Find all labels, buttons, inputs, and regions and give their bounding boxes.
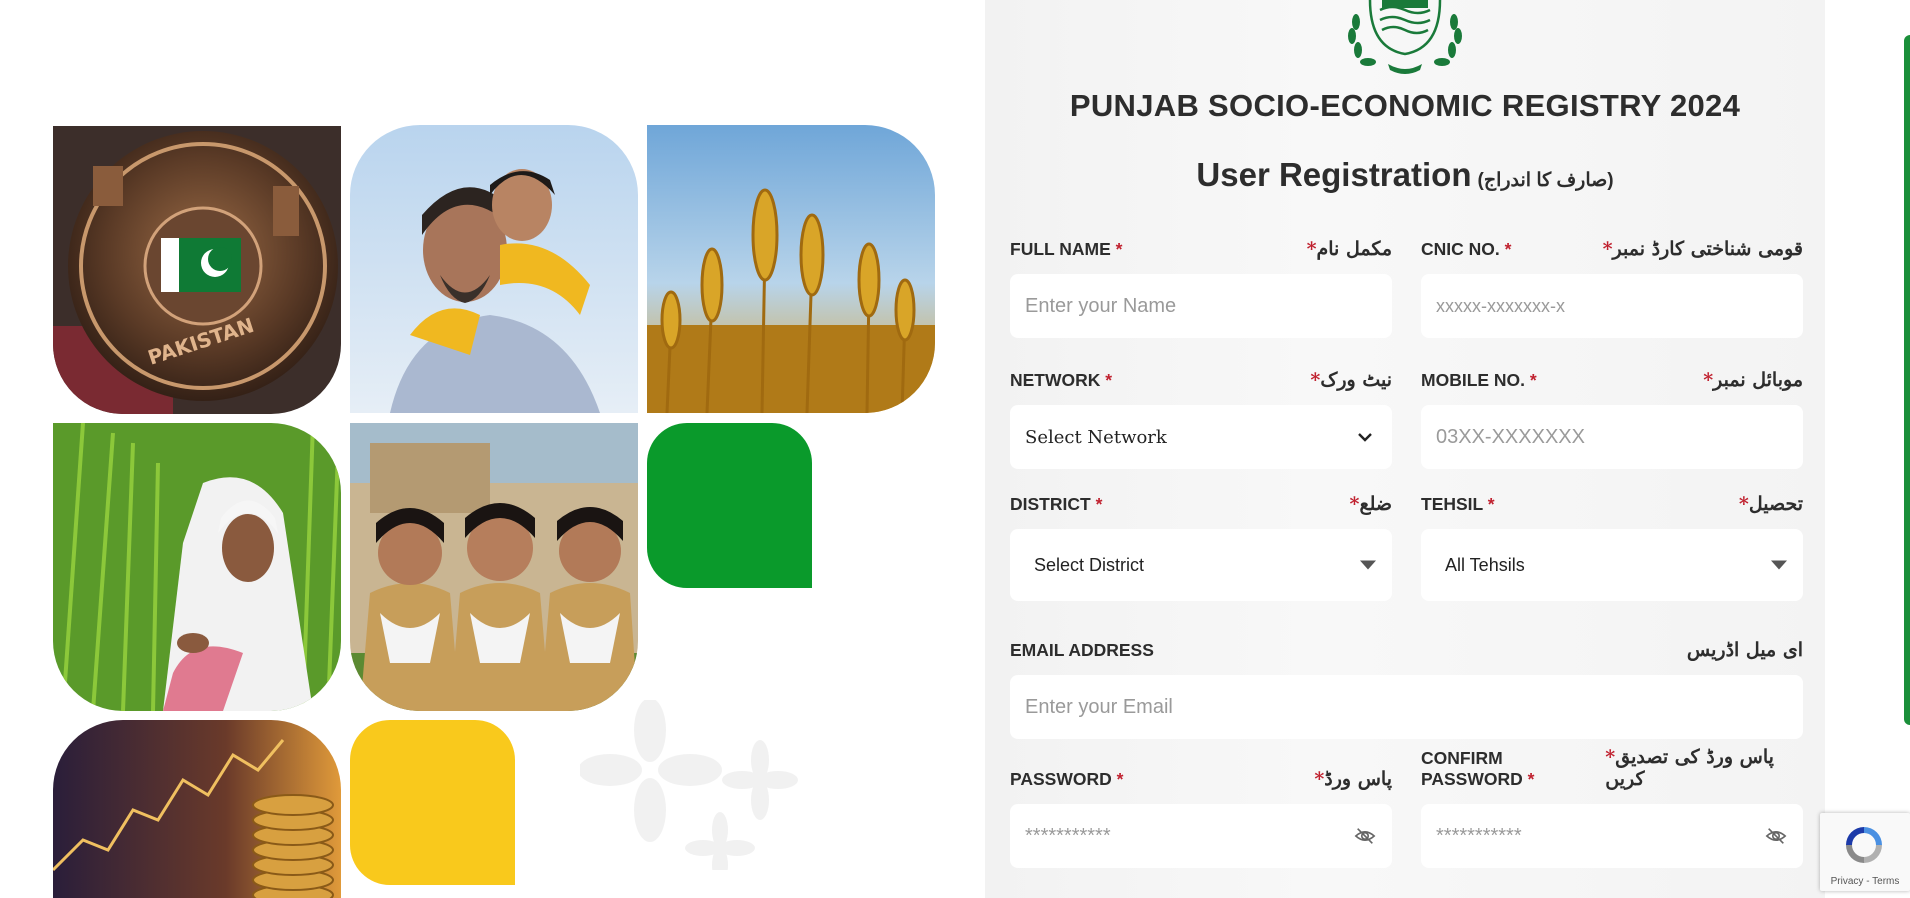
- district-select-value: Select District: [1034, 554, 1145, 575]
- punjab-government-logo: [1348, 0, 1462, 74]
- tehsil-label: TEHSIL * *تحصیل: [1421, 493, 1803, 515]
- page-subtitle: User Registration (صارف کا اندراج): [985, 156, 1825, 194]
- password-input[interactable]: ***********: [1010, 804, 1392, 868]
- network-select[interactable]: Select Network: [1010, 405, 1392, 469]
- recaptcha-logo-icon: [1846, 827, 1882, 863]
- school-girls-image: [350, 423, 638, 711]
- full-name-field: FULL NAME * *مکمل نام Enter your Name: [1010, 232, 1392, 338]
- tehsil-select[interactable]: All Tehsils: [1421, 529, 1803, 601]
- mobile-label: MOBILE NO. * *موبائل نمبر: [1421, 369, 1803, 391]
- confirm-password-placeholder: ***********: [1436, 824, 1522, 847]
- farmer-woman-image: [53, 423, 341, 711]
- tehsil-field: TEHSIL * *تحصیل All Tehsils: [1421, 487, 1803, 601]
- eye-slash-icon[interactable]: [1765, 825, 1787, 847]
- district-field: DISTRICT * *ضلع Select District: [1010, 487, 1392, 601]
- pakistan-coin-image: PAKISTAN: [53, 126, 341, 414]
- email-input[interactable]: Enter your Email: [1010, 675, 1803, 739]
- full-name-input[interactable]: Enter your Name: [1010, 274, 1392, 338]
- network-select-value: Select Network: [1025, 426, 1167, 448]
- chevron-down-icon: [1358, 433, 1372, 442]
- cnic-field: CNIC NO. * *قومی شناختی کارڈ نمبر xxxxx-…: [1421, 232, 1803, 338]
- subtitle-urdu: (صارف کا اندراج): [1477, 170, 1614, 191]
- yellow-accent-tile: [350, 720, 515, 885]
- network-label: NETWORK * *نیٹ ورک: [1010, 369, 1392, 391]
- email-label: EMAIL ADDRESS ای میل اڈریس: [1010, 639, 1803, 661]
- full-name-label: FULL NAME * *مکمل نام: [1010, 238, 1392, 260]
- cnic-input[interactable]: xxxxx-xxxxxxx-x: [1421, 274, 1803, 338]
- finance-coins-image: [53, 720, 341, 898]
- confirm-password-label: CONFIRM PASSWORD * *پاس ورڈ کی تصدیق کری…: [1421, 746, 1774, 790]
- confirm-password-field: CONFIRM PASSWORD * *پاس ورڈ کی تصدیق کری…: [1421, 746, 1803, 868]
- wheat-field-image: [647, 125, 935, 413]
- password-field: PASSWORD * *پاس ورڈ ***********: [1010, 762, 1392, 868]
- side-scroll-indicator: [1904, 35, 1910, 725]
- subtitle-english: User Registration: [1196, 156, 1472, 193]
- recaptcha-badge[interactable]: Privacy - Terms: [1820, 813, 1910, 891]
- cnic-label: CNIC NO. * *قومی شناختی کارڈ نمبر: [1421, 238, 1803, 260]
- dropdown-caret-icon: [1360, 560, 1376, 570]
- recaptcha-links[interactable]: Privacy - Terms: [1820, 876, 1910, 887]
- password-placeholder: ***********: [1025, 824, 1111, 847]
- dropdown-caret-icon: [1771, 560, 1787, 570]
- district-select[interactable]: Select District: [1010, 529, 1392, 601]
- green-accent-tile: [647, 423, 812, 588]
- father-son-image: [350, 125, 638, 413]
- password-label: PASSWORD * *پاس ورڈ: [1010, 768, 1392, 790]
- mobile-input[interactable]: 03XX-XXXXXXX: [1421, 405, 1803, 469]
- district-label: DISTRICT * *ضلع: [1010, 493, 1392, 515]
- registration-panel: PUNJAB SOCIO-ECONOMIC REGISTRY 2024 User…: [985, 0, 1825, 898]
- email-field: EMAIL ADDRESS ای میل اڈریس Enter your Em…: [1010, 633, 1803, 739]
- mobile-field: MOBILE NO. * *موبائل نمبر 03XX-XXXXXXX: [1421, 363, 1803, 469]
- page-title: PUNJAB SOCIO-ECONOMIC REGISTRY 2024: [1069, 88, 1741, 123]
- hero-collage: PAKISTAN: [0, 0, 985, 898]
- tehsil-select-value: All Tehsils: [1445, 554, 1525, 575]
- flower-watermark-icon: [580, 700, 798, 870]
- confirm-password-input[interactable]: ***********: [1421, 804, 1803, 868]
- eye-slash-icon[interactable]: [1354, 825, 1376, 847]
- network-field: NETWORK * *نیٹ ورک Select Network: [1010, 363, 1392, 469]
